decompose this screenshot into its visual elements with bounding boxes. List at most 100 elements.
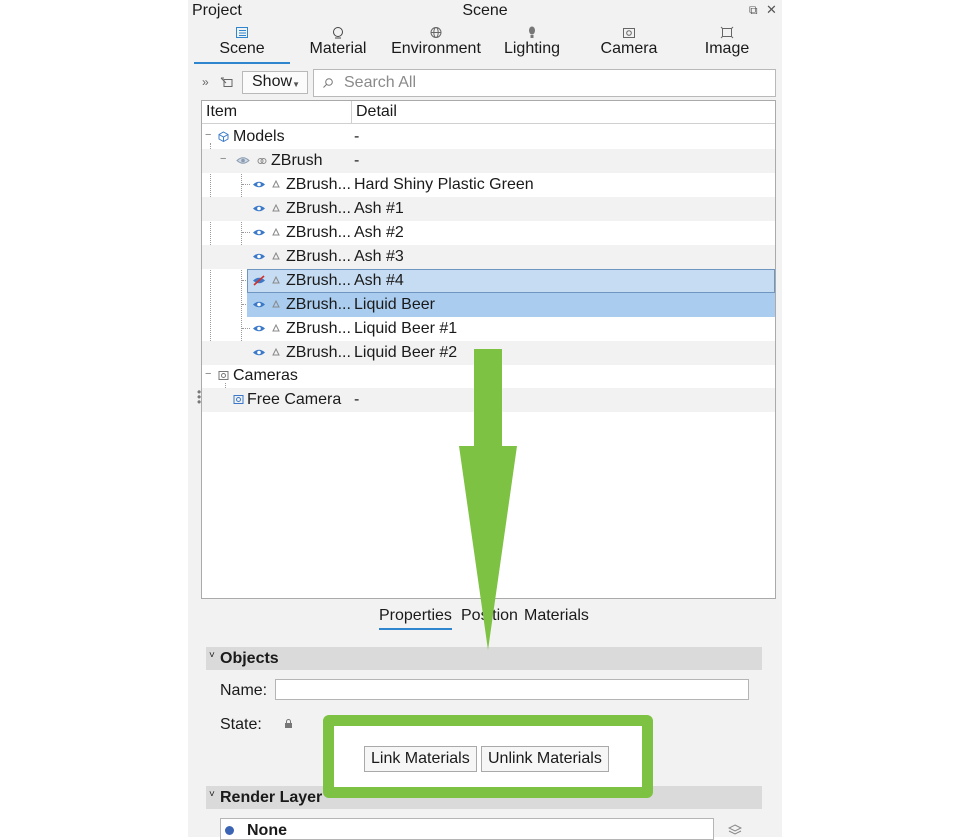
name-field[interactable] <box>275 679 749 700</box>
tab-label: Lighting <box>503 40 561 57</box>
tree-filter-icon[interactable] <box>220 76 234 89</box>
properties-tab-bar: Properties Position Materials <box>188 604 782 632</box>
tree-item-label: Cameras <box>233 367 298 384</box>
collapse-icon[interactable]: − <box>205 129 211 141</box>
tab-camera[interactable]: Camera <box>580 24 678 64</box>
visibility-eye-icon[interactable] <box>236 156 250 165</box>
tree-item-detail: Ash #4 <box>354 272 404 289</box>
name-label: Name: <box>220 682 268 699</box>
column-header-item[interactable]: Item <box>206 103 237 121</box>
tree-item-label: ZBrush... <box>286 296 351 313</box>
tree-row-mesh[interactable]: ZBrush... Ash #4 <box>202 269 775 293</box>
tab-image[interactable]: Image <box>682 24 772 64</box>
tree-item-detail: - <box>354 128 360 145</box>
tree-row-models[interactable]: − Models - <box>202 125 775 149</box>
section-title: Render Layer <box>220 789 323 806</box>
mesh-icon <box>272 180 280 188</box>
tree-row-free-camera[interactable]: Free Camera - <box>202 388 775 412</box>
tree-row-cameras[interactable]: − Cameras <box>202 364 775 388</box>
tree-item-detail: - <box>354 152 360 169</box>
scene-title: Scene <box>462 2 508 19</box>
tree-item-label: ZBrush <box>271 152 323 169</box>
visibility-eye-icon[interactable] <box>252 228 266 237</box>
link-materials-button[interactable]: Link Materials <box>364 746 477 772</box>
render-layer-value: None <box>247 822 287 839</box>
tree-row-mesh[interactable]: ZBrush... Hard Shiny Plastic Green <box>202 173 775 197</box>
tab-materials[interactable]: Materials <box>524 607 589 625</box>
project-title: Project <box>192 2 242 19</box>
tree-item-label: ZBrush... <box>286 200 351 217</box>
show-label: Show <box>252 73 293 90</box>
tab-label: Scene <box>219 40 265 57</box>
tree-item-label: Free Camera <box>247 391 342 408</box>
lighting-icon <box>529 26 535 38</box>
search-icon <box>323 78 333 88</box>
collapse-icon[interactable]: − <box>220 153 226 165</box>
section-title: Objects <box>220 650 279 667</box>
tab-lighting[interactable]: Lighting <box>488 24 576 64</box>
chevron-down-icon: ˅ <box>209 650 215 661</box>
show-dropdown[interactable]: Show ▼ <box>242 71 308 94</box>
tree-row-mesh[interactable]: ZBrush... Liquid Beer #1 <box>202 317 775 341</box>
tree-row-mesh[interactable]: ZBrush... Ash #1 <box>202 197 775 221</box>
camera-icon <box>233 395 244 404</box>
visibility-eye-icon[interactable] <box>252 348 266 357</box>
tab-environment[interactable]: Environment <box>386 24 486 64</box>
visibility-eye-icon[interactable] <box>252 252 266 261</box>
search-box <box>313 69 776 97</box>
tab-scene[interactable]: Scene <box>194 24 290 64</box>
column-divider[interactable] <box>351 101 352 124</box>
search-input[interactable] <box>342 73 762 93</box>
mesh-icon <box>272 228 280 236</box>
collapse-icon[interactable]: − <box>205 368 211 380</box>
unlink-materials-button[interactable]: Unlink Materials <box>481 746 609 772</box>
tab-material[interactable]: Material <box>292 24 384 64</box>
tab-label: Material <box>309 40 367 57</box>
mesh-icon <box>272 348 280 356</box>
mesh-icon <box>272 300 280 308</box>
tree-item-detail: Ash #2 <box>354 224 404 241</box>
close-icon[interactable]: ✕ <box>766 2 777 18</box>
lock-icon[interactable] <box>284 718 293 729</box>
tab-position[interactable]: Position <box>461 607 518 625</box>
tree-row-zbrush-group[interactable]: − ZBrush - <box>202 149 775 173</box>
tab-bar: Scene Material Environment Lighting Came… <box>188 24 782 64</box>
mesh-icon <box>272 276 280 284</box>
group-link-icon <box>257 158 267 164</box>
visibility-eye-icon[interactable] <box>252 204 266 213</box>
visibility-eye-icon[interactable] <box>252 180 266 189</box>
layers-icon[interactable] <box>728 824 742 836</box>
column-header-detail[interactable]: Detail <box>356 103 397 121</box>
tab-properties[interactable]: Properties <box>379 607 452 630</box>
state-label: State: <box>220 716 262 733</box>
toolbar: » Show ▼ <box>188 68 782 98</box>
tree-item-label: ZBrush... <box>286 344 351 361</box>
splitter-grip-icon[interactable]: • • • <box>197 386 201 408</box>
tree-item-detail: Liquid Beer #1 <box>354 320 458 337</box>
chevron-down-icon: ▼ <box>292 80 300 89</box>
restore-icon[interactable]: ⧉ <box>749 3 758 18</box>
scene-tree: Item Detail − Models - − ZBrush - ZBrush… <box>201 100 776 599</box>
camera-icon <box>623 28 635 38</box>
material-icon <box>333 27 343 39</box>
tree-item-detail: Ash #3 <box>354 248 404 265</box>
scene-icon <box>236 27 248 38</box>
hidden-eye-icon[interactable] <box>252 275 266 286</box>
tree-row-mesh[interactable]: ZBrush... Liquid Beer <box>202 293 775 317</box>
models-icon <box>218 131 229 142</box>
visibility-eye-icon[interactable] <box>252 300 266 309</box>
tab-label: Camera <box>600 40 658 57</box>
visibility-eye-icon[interactable] <box>252 324 266 333</box>
layer-color-dot <box>225 826 234 835</box>
tree-row-mesh[interactable]: ZBrush... Liquid Beer #2 <box>202 341 775 365</box>
scene-panel: Project Scene ⧉ ✕ Scene Material Environ… <box>188 0 782 840</box>
expand-panel-icon[interactable]: » <box>202 75 209 89</box>
objects-section-header[interactable]: ˅ Objects <box>206 647 762 670</box>
tree-item-label: ZBrush... <box>286 272 351 289</box>
tree-row-mesh[interactable]: ZBrush... Ash #2 <box>202 221 775 245</box>
tree-item-label: Models <box>233 128 285 145</box>
title-bar: Project Scene ⧉ ✕ <box>188 0 782 24</box>
tree-row-mesh[interactable]: ZBrush... Ash #3 <box>202 245 775 269</box>
chevron-down-icon: ˅ <box>209 789 215 800</box>
tree-header: Item Detail <box>202 101 775 124</box>
